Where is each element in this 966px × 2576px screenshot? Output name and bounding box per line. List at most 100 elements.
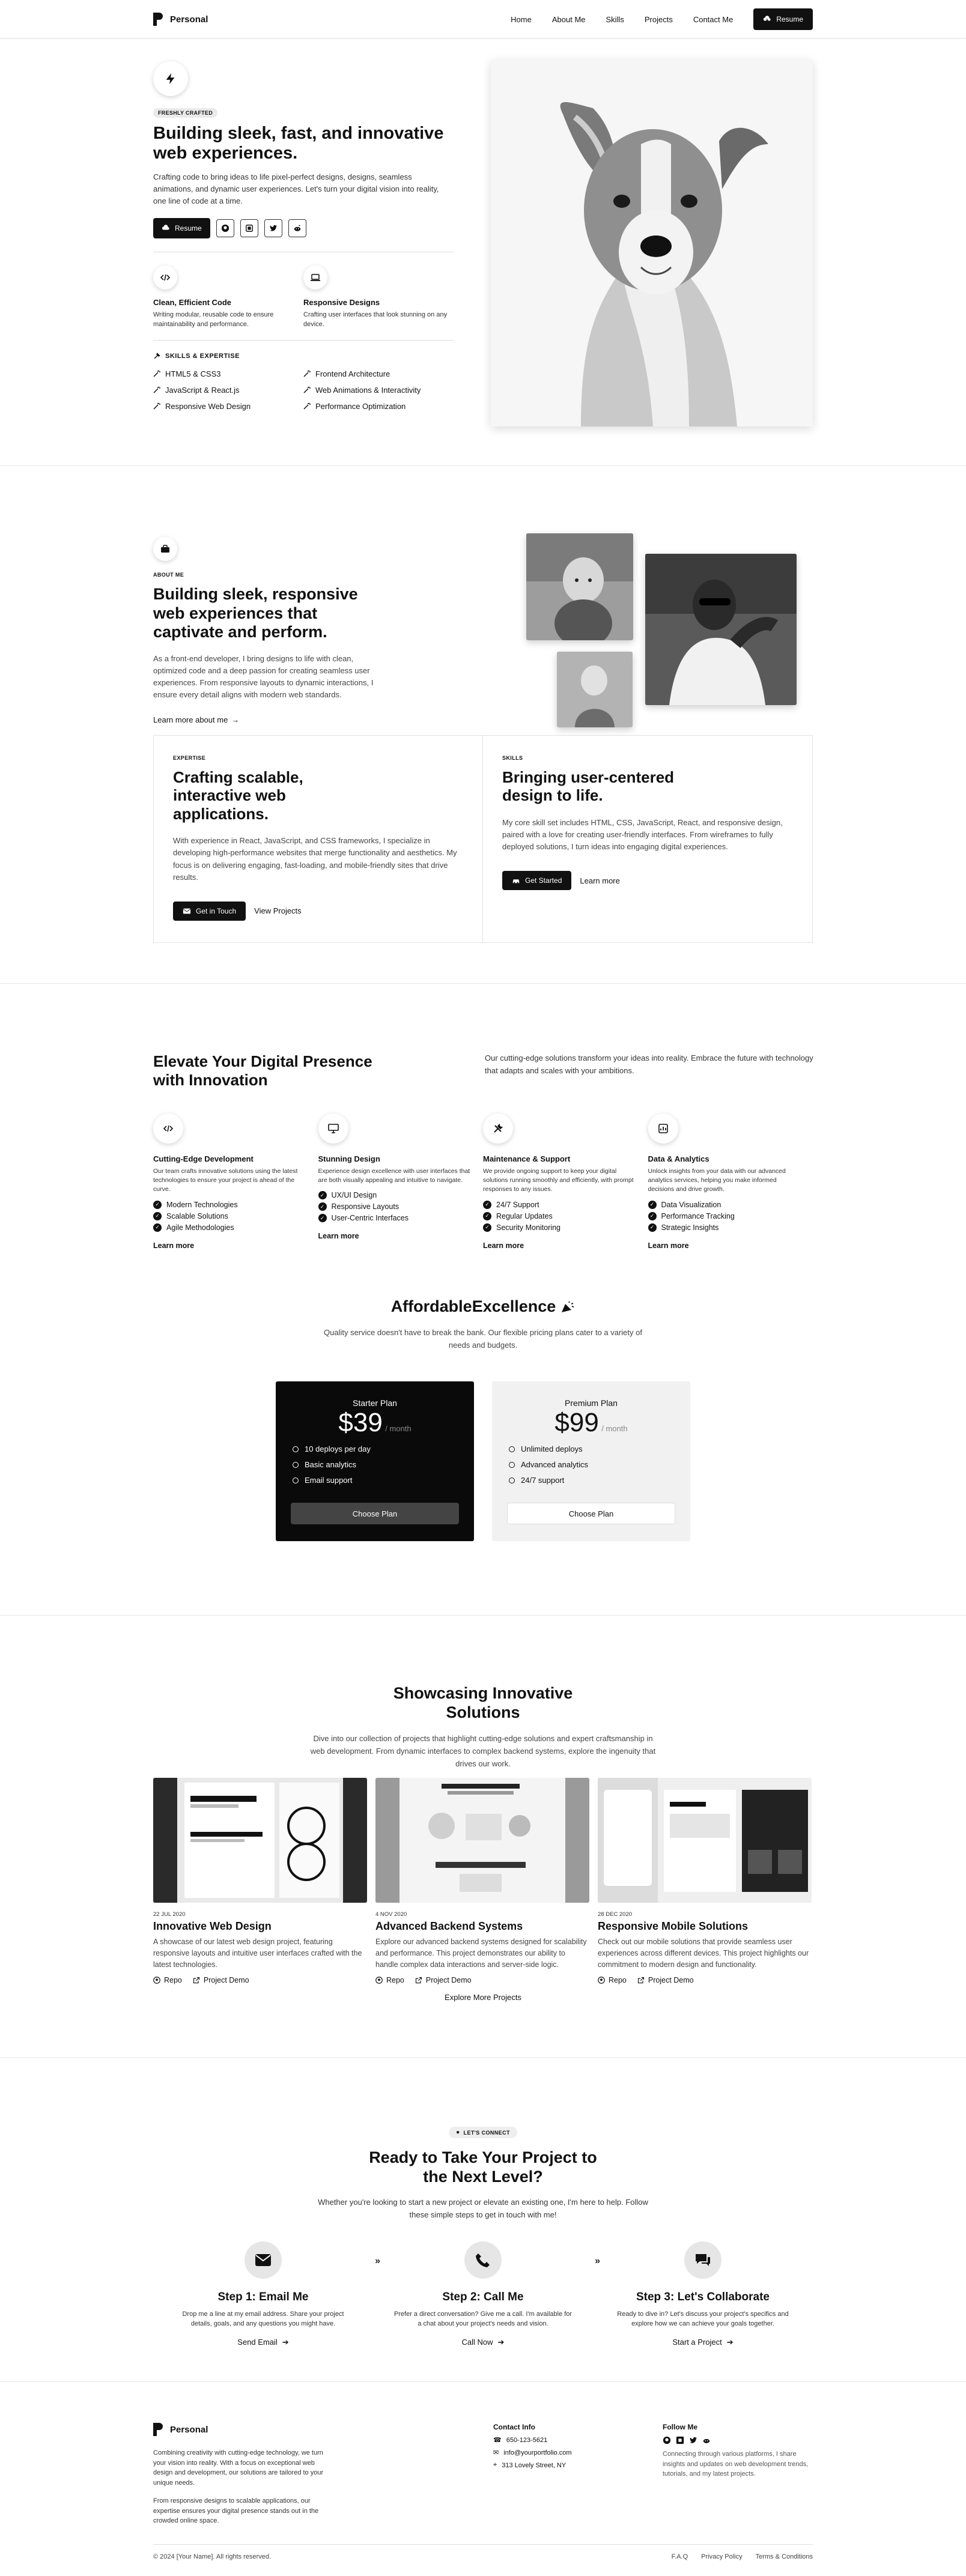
party-icon [562,1301,574,1312]
choose-premium-plan-button[interactable]: Choose Plan [507,1503,675,1524]
nav-link-projects[interactable]: Projects [645,15,673,24]
project-title[interactable]: Advanced Backend Systems [375,1920,589,1933]
wand-icon [303,402,311,410]
service-point: ✓ User-Centric Interfaces [318,1214,484,1223]
plan-feature: Email support [293,1476,474,1485]
twitter-icon[interactable] [689,2436,697,2444]
about-cards: EXPERTISE Crafting scalable, interactive… [153,735,813,943]
service-learn-more-link[interactable]: Learn more [483,1241,648,1250]
project-thumbnail[interactable] [375,1778,589,1903]
footer-phone[interactable]: ☎ 650-123-5621 [493,2436,637,2444]
chat-icon [696,2254,710,2266]
repo-link[interactable]: Repo [375,1976,404,1984]
privacy-policy-link[interactable]: Privacy Policy [701,2553,742,2560]
check-circle-icon [509,1461,515,1468]
feature-clean-code: Clean, Efficient Code Writing modular, r… [153,265,303,329]
feature-title: Clean, Efficient Code [153,298,232,308]
reddit-link[interactable] [288,219,306,238]
lightning-badge [153,61,188,96]
learn-more-link[interactable]: Learn more [580,876,619,885]
twitter-link[interactable] [264,219,282,238]
service-learn-more-link[interactable]: Learn more [318,1232,484,1240]
choose-starter-plan-button[interactable]: Choose Plan [291,1503,459,1524]
external-link-icon [193,1977,199,1984]
mail-icon [183,908,191,914]
pricing-desc: Quality service doesn't have to break th… [324,1328,642,1350]
wand-icon [153,370,160,377]
get-started-button[interactable]: Get Started [502,871,572,891]
repo-link[interactable]: Repo [598,1976,627,1984]
hero-resume-button[interactable]: Resume [153,218,210,239]
chart-icon [658,1124,668,1133]
service-learn-more-link[interactable]: Learn more [648,1241,813,1250]
explore-more-projects-link[interactable]: Explore More Projects [153,1993,813,2002]
mail-icon: ✉ [493,2449,499,2456]
about-learn-more-link[interactable]: Learn more about me → [153,715,239,724]
send-email-link[interactable]: Send Email ➔ [237,2338,288,2347]
project-desc: Explore our advanced backend systems des… [375,1938,587,1969]
location-icon: ⌖ [493,2461,497,2468]
footer-email[interactable]: ✉ info@yourportfolio.com [493,2449,637,2457]
hero-resume-label: Resume [175,224,202,233]
plan-feature: 24/7 support [509,1476,690,1485]
premium-plan-card: Premium Plan $99 / month Unlimited deplo… [492,1381,690,1541]
feature-desc: Crafting user interfaces that look stunn… [303,311,448,328]
repo-link[interactable]: Repo [153,1976,182,1984]
pricing-header: AffordableExcellence Quality service doe… [153,1297,813,1352]
codepen-icon[interactable] [676,2436,684,2444]
codepen-link[interactable] [240,219,258,238]
service-point: ✓ Security Monitoring [483,1223,648,1232]
feature-desc: Writing modular, reusable code to ensure… [153,311,274,328]
twitter-icon [269,225,277,231]
car-icon [512,879,520,883]
hero-title: Building sleek, fast, and innovative web… [153,124,444,163]
services-section: Elevate Your Digital Presence with Innov… [0,984,966,1616]
nav-link-contact[interactable]: Contact Me [693,15,733,24]
service-analytics: Data & Analytics Unlock insights from yo… [648,1114,813,1250]
follow-desc: Connecting through various platforms, I … [663,2450,809,2478]
footer-brand[interactable]: Personal [153,2423,333,2436]
expertise-card: EXPERTISE Crafting scalable, interactive… [154,736,483,942]
skills-heading: SKILLS & EXPERTISE [153,353,454,360]
faq-link[interactable]: F.A.Q [672,2553,688,2560]
mail-icon [255,2254,271,2266]
wrench-badge [483,1114,513,1144]
arrow-right-icon: ➔ [282,2337,289,2347]
external-link-icon [415,1977,422,1984]
service-point: ✓ Responsive Layouts [318,1202,484,1211]
reddit-icon[interactable] [702,2436,711,2444]
skill-item: HTML5 & CSS3 [153,369,303,378]
nav-resume-button[interactable]: Resume [753,8,813,30]
demo-link[interactable]: Project Demo [415,1976,472,1984]
nav-link-about[interactable]: About Me [552,15,586,24]
github-icon[interactable] [663,2436,671,2444]
project-date: 22 JUL 2020 [153,1911,186,1918]
nav-resume-label: Resume [776,15,803,23]
service-point: ✓ 24/7 Support [483,1200,648,1209]
github-link[interactable] [216,219,234,238]
project-screenshot-3 [598,1778,812,1903]
code-badge [153,265,177,290]
service-learn-more-link[interactable]: Learn more [153,1241,318,1250]
about-title: Building sleek, responsive web experienc… [153,585,358,641]
project-title[interactable]: Innovative Web Design [153,1920,367,1933]
project-title[interactable]: Responsive Mobile Solutions [598,1920,812,1933]
nav-link-skills[interactable]: Skills [606,15,624,24]
project-thumbnail[interactable] [598,1778,812,1903]
brand[interactable]: Personal [153,13,208,26]
github-icon [153,1977,160,1984]
card-title: Crafting scalable, interactive web appli… [173,768,303,823]
start-project-link[interactable]: Start a Project ➔ [672,2338,733,2347]
project-thumbnail[interactable] [153,1778,367,1903]
demo-link[interactable]: Project Demo [637,1976,694,1984]
service-point: ✓ Agile Methodologies [153,1223,318,1232]
call-now-link[interactable]: Call Now ➔ [462,2338,505,2347]
services-title: Elevate Your Digital Presence with Innov… [153,1052,372,1089]
nav-link-home[interactable]: Home [511,15,532,24]
brand-name: Personal [170,14,208,25]
get-in-touch-button[interactable]: Get in Touch [173,901,246,921]
view-projects-link[interactable]: View Projects [254,906,302,915]
terms-link[interactable]: Terms & Conditions [756,2553,813,2560]
nav-links: Home About Me Skills Projects Contact Me… [511,8,813,30]
demo-link[interactable]: Project Demo [193,1976,249,1984]
